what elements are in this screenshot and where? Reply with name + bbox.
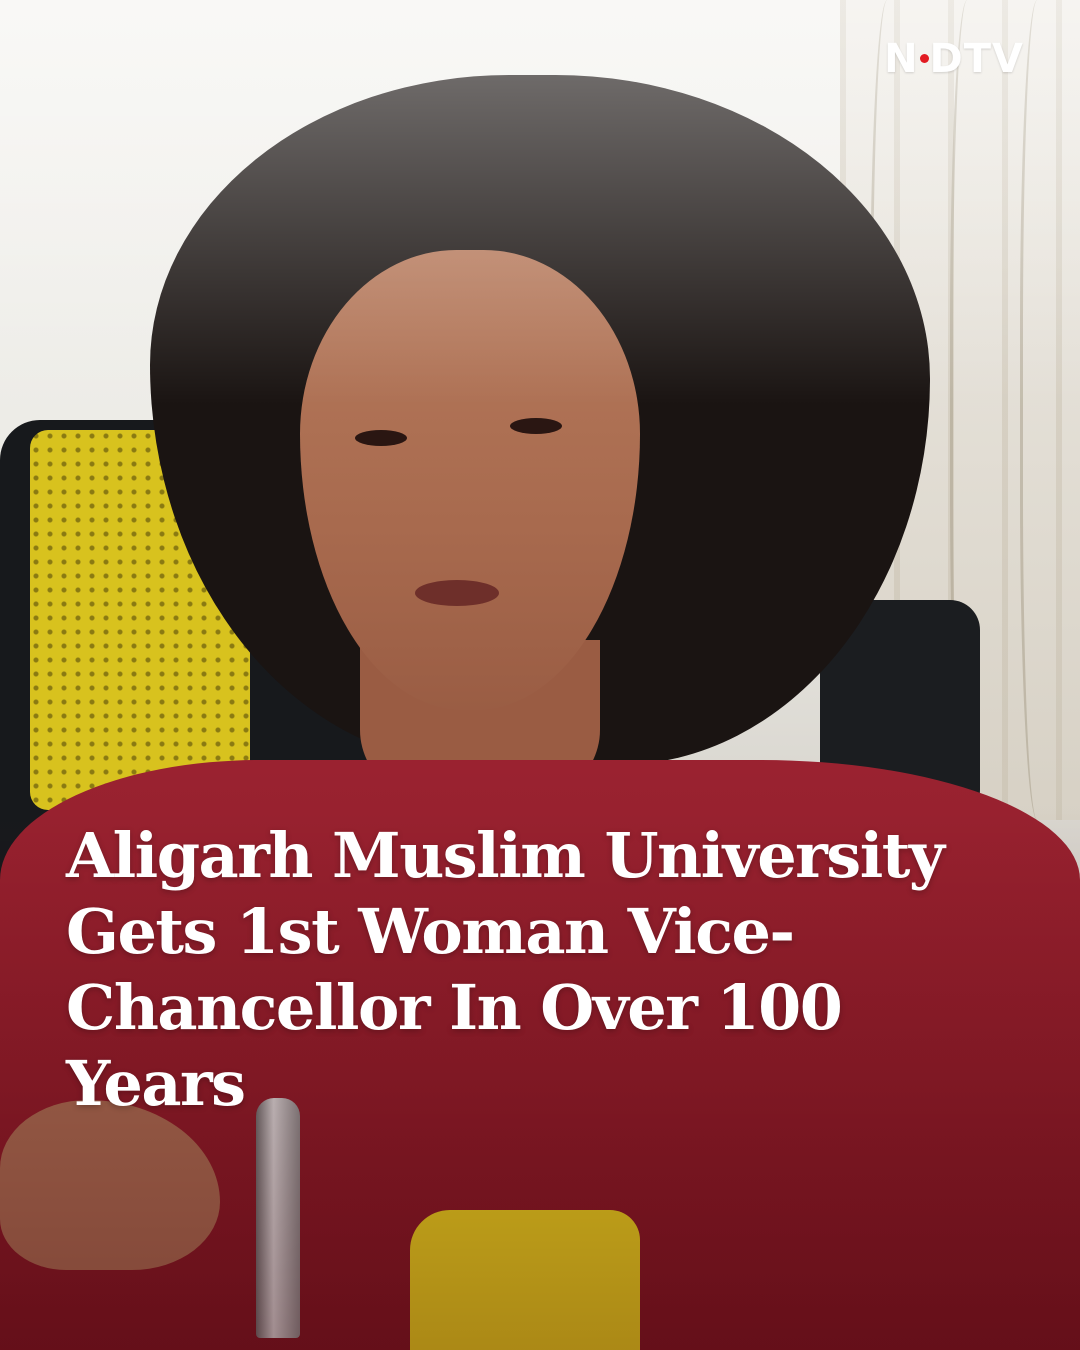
logo-red-dot: [919, 53, 929, 63]
headline-line: Years: [66, 1047, 246, 1120]
headline-line: Aligarh Muslim University: [66, 819, 945, 892]
photo-overlay: [0, 0, 1080, 1350]
headline-line: Chancellor In Over 100: [66, 971, 843, 1044]
headline: Aligarh Muslim University Gets 1st Woman…: [66, 818, 1006, 1122]
news-card: N DTV Aligarh Muslim University Gets 1st…: [0, 0, 1080, 1350]
logo-prefix: N: [884, 36, 919, 82]
headline-line: Gets 1st Woman Vice-: [66, 895, 795, 968]
ndtv-logo: N DTV: [884, 36, 1024, 82]
logo-suffix: DTV: [929, 36, 1024, 82]
